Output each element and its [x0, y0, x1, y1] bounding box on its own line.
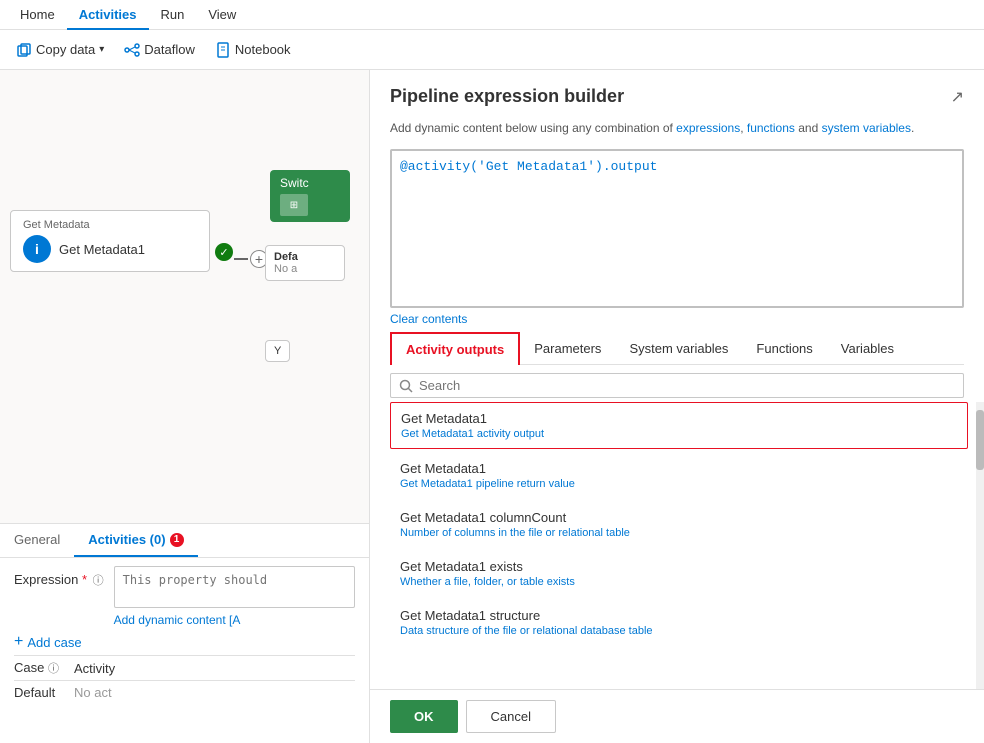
add-case-row[interactable]: + Add case: [14, 633, 355, 651]
toolbar: Copy data ▾ Dataflow Notebook: [0, 30, 984, 70]
expand-icon[interactable]: ↗: [951, 87, 964, 107]
item-title-0: Get Metadata1: [401, 411, 957, 426]
nav-run[interactable]: Run: [149, 0, 197, 30]
search-icon: [399, 379, 413, 393]
node-icon: i: [23, 235, 51, 263]
switch-node[interactable]: Switc ⊞: [270, 170, 350, 222]
ok-button[interactable]: OK: [390, 700, 458, 733]
tab-system-variables[interactable]: System variables: [615, 332, 742, 364]
item-subtitle-4: Data structure of the file or relational…: [400, 625, 958, 637]
item-title-2: Get Metadata1 columnCount: [400, 510, 958, 525]
notebook-icon: [215, 42, 231, 58]
item-subtitle-0: Get Metadata1 activity output: [401, 428, 957, 440]
item-subtitle-1: Get Metadata1 pipeline return value: [400, 478, 958, 490]
required-star: *: [82, 572, 87, 587]
scrollbar-thumb[interactable]: [976, 410, 984, 470]
info-icon: ⓘ: [93, 575, 104, 587]
default-row: Default No act: [14, 680, 355, 704]
expr-tabs: Activity outputs Parameters System varia…: [390, 332, 964, 365]
results-list: Get Metadata1 Get Metadata1 activity out…: [390, 402, 968, 689]
list-item-0[interactable]: Get Metadata1 Get Metadata1 activity out…: [390, 402, 968, 449]
search-area: [390, 373, 964, 398]
nav-view[interactable]: View: [196, 0, 248, 30]
list-item-1[interactable]: Get Metadata1 Get Metadata1 pipeline ret…: [390, 453, 968, 498]
tab-functions[interactable]: Functions: [742, 332, 826, 364]
tab-general[interactable]: General: [0, 524, 74, 557]
dataflow-icon: [124, 42, 140, 58]
clear-contents-link[interactable]: Clear contents: [370, 308, 984, 332]
search-input[interactable]: [419, 378, 955, 393]
item-subtitle-2: Number of columns in the file or relatio…: [400, 527, 958, 539]
nav-home[interactable]: Home: [8, 0, 67, 30]
case-row: Case ⓘ Activity: [14, 655, 355, 680]
node-title: Get Metadata: [23, 219, 197, 231]
scrollbar-track[interactable]: [976, 402, 984, 689]
copy-dropdown-icon: ▾: [99, 44, 104, 55]
case-label: Case ⓘ: [14, 660, 64, 676]
list-item-3[interactable]: Get Metadata1 exists Whether a file, fol…: [390, 551, 968, 596]
notebook-button[interactable]: Notebook: [207, 38, 299, 62]
bottom-panel: General Activities (0) 1 Expression * ⓘ …: [0, 523, 369, 743]
cancel-button[interactable]: Cancel: [466, 700, 556, 733]
activities-badge: 1: [170, 533, 184, 547]
default-subtitle: No a: [274, 263, 336, 275]
copy-icon: [16, 42, 32, 58]
default-label: Default: [14, 685, 64, 700]
tab-activity-outputs[interactable]: Activity outputs: [390, 332, 520, 365]
activity-col-label: Activity: [74, 661, 115, 676]
copy-data-button[interactable]: Copy data ▾: [8, 38, 112, 62]
expression-content[interactable]: @activity('Get Metadata1').output: [392, 151, 962, 306]
panel-footer: OK Cancel: [370, 689, 984, 743]
item-title-1: Get Metadata1: [400, 461, 958, 476]
switch-label: Switc: [280, 176, 309, 190]
default-title: Defa: [274, 251, 336, 263]
add-dynamic-link[interactable]: Add dynamic content [A: [114, 613, 355, 627]
expression-builder-panel: Pipeline expression builder ↗ Add dynami…: [370, 70, 984, 743]
check-badge: ✓: [215, 243, 233, 261]
nav-activities[interactable]: Activities: [67, 0, 149, 30]
tab-variables[interactable]: Variables: [827, 332, 908, 364]
expression-area: @activity('Get Metadata1').output: [390, 149, 964, 308]
item-subtitle-3: Whether a file, folder, or table exists: [400, 576, 958, 588]
add-case-label: Add case: [27, 635, 81, 650]
node-name: Get Metadata1: [59, 242, 145, 257]
list-item-2[interactable]: Get Metadata1 columnCount Number of colu…: [390, 502, 968, 547]
item-title-4: Get Metadata1 structure: [400, 608, 958, 623]
tab-parameters[interactable]: Parameters: [520, 332, 615, 364]
panel-description: Add dynamic content below using any comb…: [370, 115, 984, 145]
expression-label: Expression * ⓘ: [14, 566, 104, 588]
dataflow-button[interactable]: Dataflow: [116, 38, 203, 62]
expression-input[interactable]: [114, 566, 355, 608]
case-info-icon: ⓘ: [48, 663, 59, 675]
dataflow-label: Dataflow: [144, 42, 195, 57]
notebook-label: Notebook: [235, 42, 291, 57]
get-metadata-node[interactable]: Get Metadata i Get Metadata1: [10, 210, 210, 272]
bottom-tabs: General Activities (0) 1: [0, 524, 369, 558]
tab-activities[interactable]: Activities (0) 1: [74, 524, 197, 557]
item-title-3: Get Metadata1 exists: [400, 559, 958, 574]
default-value: No act: [74, 685, 112, 700]
pipeline-canvas: Get Metadata i Get Metadata1 ✓ + Switc ⊞: [0, 70, 369, 523]
panel-title: Pipeline expression builder: [390, 86, 624, 107]
copy-data-label: Copy data: [36, 42, 95, 57]
list-item-4[interactable]: Get Metadata1 structure Data structure o…: [390, 600, 968, 645]
default-box[interactable]: Defa No a: [265, 245, 345, 281]
activities-tab-label: Activities (0): [88, 532, 165, 547]
top-nav: Home Activities Run View: [0, 0, 984, 30]
add-icon: +: [14, 633, 23, 651]
y-tab[interactable]: Y: [265, 340, 290, 362]
